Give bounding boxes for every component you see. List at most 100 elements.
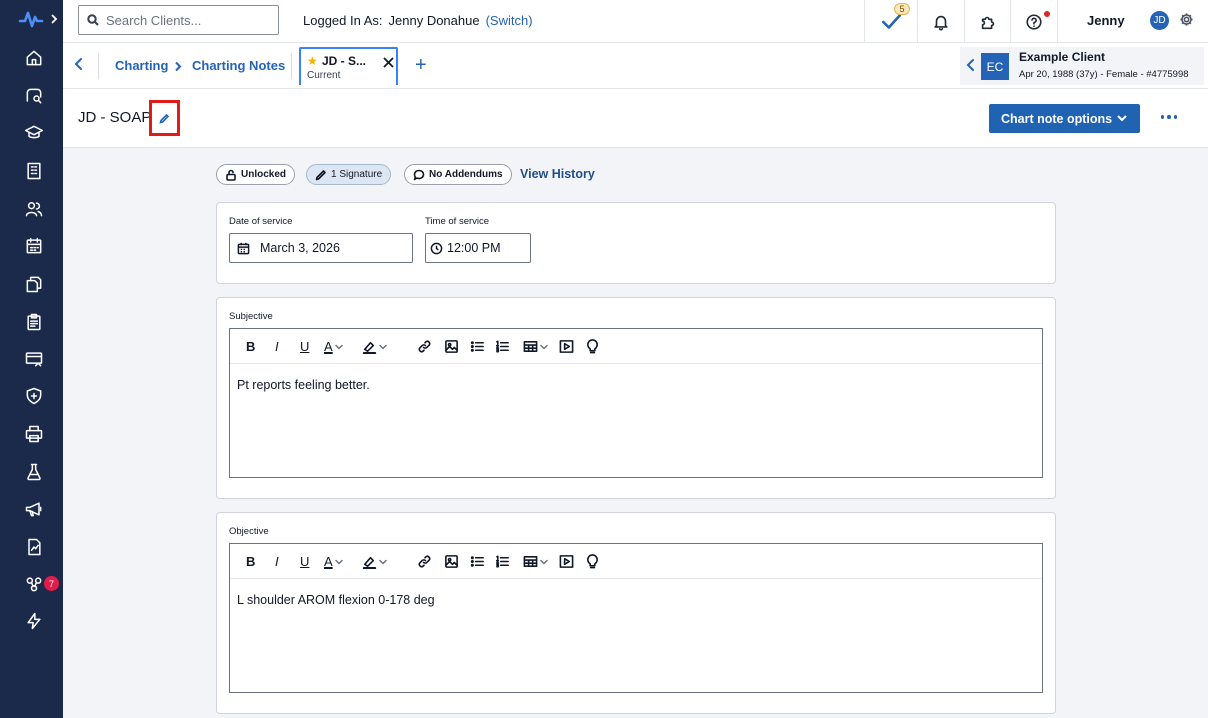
lightning-icon[interactable] [22,609,46,633]
bell-icon [934,15,948,30]
bold-button[interactable]: B [246,553,255,570]
breadcrumb-charting[interactable]: Charting [115,58,168,73]
underline-button[interactable]: U [300,553,309,570]
add-tab-button[interactable]: + [415,53,427,77]
client-avatar: EC [981,53,1009,80]
date-of-service-field[interactable] [229,233,413,263]
addendums-label: No Addendums [429,169,503,180]
search-client-icon[interactable] [22,84,46,108]
highlight-button[interactable] [362,338,387,355]
extensions-button[interactable] [964,0,1010,43]
lightbulb-icon [587,339,598,354]
tab-bar: Charting Charting Notes ★ JD - S... Curr… [63,43,1208,89]
image-button[interactable] [444,338,459,355]
breadcrumb-chevron-icon [174,60,184,72]
home-icon[interactable] [22,46,46,70]
client-collapse-chevron-icon[interactable] [965,58,979,74]
time-of-service-input[interactable] [447,241,527,255]
objective-editor[interactable]: B I U A L shoulder AROM flexion 0-178 de… [229,543,1043,693]
integrations-icon[interactable] [22,572,46,596]
back-chevron-icon[interactable] [73,57,89,75]
tab-jd-soap[interactable]: ★ JD - S... Current [299,47,398,85]
billing-icon[interactable] [22,347,46,371]
page-title: JD - SOAP [78,109,152,126]
font-color-button[interactable]: A [324,553,343,570]
clipboard-icon[interactable] [22,310,46,334]
suggestions-button[interactable] [585,338,600,355]
date-of-service-label: Date of service [229,216,293,227]
edit-title-button[interactable] [149,100,180,136]
learning-icon[interactable] [22,121,46,145]
app-logo-icon[interactable] [18,8,44,30]
pencil-icon [315,169,326,180]
chevron-down-icon [379,559,387,564]
link-button[interactable] [417,553,432,570]
suggestions-button[interactable] [585,553,600,570]
client-name[interactable]: Example Client [1019,50,1105,64]
image-button[interactable] [444,553,459,570]
notifications-button[interactable] [917,0,964,43]
font-color-button[interactable]: A [324,338,343,355]
numbered-list-icon [495,340,509,353]
help-icon [1026,13,1042,30]
search-icon [87,14,99,26]
user-avatar[interactable]: JD [1150,11,1169,30]
breadcrumb-charting-notes[interactable]: Charting Notes [192,58,285,73]
highlight-button[interactable] [362,553,387,570]
objective-card: Objective B I U A L shoulder AROM flexio… [216,512,1056,714]
link-button[interactable] [417,338,432,355]
clients-icon[interactable] [22,197,46,221]
documents-icon[interactable] [22,272,46,296]
building-icon[interactable] [22,159,46,183]
search-input[interactable] [106,12,276,28]
reports-icon[interactable] [22,535,46,559]
numbered-list-button[interactable] [495,553,510,570]
lightbulb-icon [587,554,598,569]
addendums-chip[interactable]: No Addendums [404,164,512,185]
megaphone-icon[interactable] [22,497,46,521]
more-options-button[interactable] [1157,107,1181,127]
italic-button[interactable]: I [275,338,279,355]
chevron-down-icon [334,559,343,564]
settings-gear-icon[interactable] [1179,12,1196,29]
lab-icon[interactable] [22,460,46,484]
chart-note-options-button[interactable]: Chart note options [989,104,1140,133]
help-button[interactable] [1010,0,1057,43]
unlock-icon [226,169,236,181]
signatures-label: 1 Signature [331,169,383,180]
underline-button[interactable]: U [300,338,309,355]
table-button[interactable] [523,553,548,570]
calendar-icon[interactable] [22,234,46,258]
more-dot [1160,115,1165,119]
numbered-list-button[interactable] [495,338,510,355]
print-icon[interactable] [22,422,46,446]
bullet-list-button[interactable] [470,553,485,570]
shield-icon[interactable] [22,384,46,408]
signatures-chip[interactable]: 1 Signature [306,164,392,185]
user-name[interactable]: Jenny [1087,13,1125,28]
media-button[interactable] [559,338,574,355]
objective-text[interactable]: L shoulder AROM flexion 0-178 deg [237,593,435,607]
subjective-editor[interactable]: B I U A Pt reports feeling better. [229,328,1043,478]
close-tab-icon[interactable] [383,56,395,68]
more-dot [1167,115,1171,119]
italic-button[interactable]: I [275,553,279,570]
date-of-service-input[interactable] [260,241,410,255]
media-button[interactable] [559,553,574,570]
time-of-service-field[interactable] [425,233,531,263]
lock-status-chip[interactable]: Unlocked [216,164,296,185]
tab-subtitle: Current [307,70,341,81]
bold-button[interactable]: B [246,338,255,355]
subjective-text[interactable]: Pt reports feeling better. [237,378,370,392]
tasks-button[interactable]: 5 [864,0,917,43]
switch-user-link[interactable]: (Switch) [486,13,533,28]
view-history-link[interactable]: View History [520,167,595,181]
chevron-down-icon [379,344,387,349]
logged-in-user: Jenny Donahue [388,13,480,28]
client-summary[interactable]: EC Example Client Apr 20, 1988 (37y) - F… [960,47,1204,85]
bullet-list-button[interactable] [470,338,485,355]
link-icon [418,340,431,353]
expand-rail-icon[interactable] [48,11,60,27]
client-search[interactable] [78,5,279,35]
table-button[interactable] [523,338,548,355]
